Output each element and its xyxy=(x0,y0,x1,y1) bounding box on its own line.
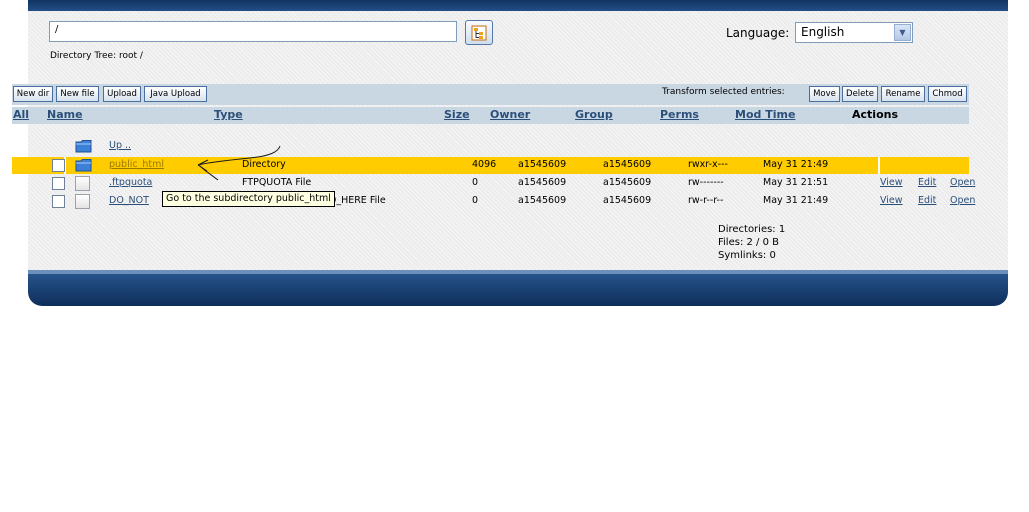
file-owner: a1545609 xyxy=(518,159,567,170)
annotation-arrow xyxy=(197,145,281,181)
select-all-link[interactable]: All xyxy=(13,108,29,121)
table-header: All Name Type Size Owner Group Perms Mod… xyxy=(12,107,969,124)
language-select[interactable]: English ▼ xyxy=(795,22,913,43)
file-name-link[interactable]: public_html xyxy=(109,159,164,170)
open-link[interactable]: Open xyxy=(950,177,975,188)
file-name-link[interactable]: .ftpquota xyxy=(109,177,152,188)
file-owner: a1545609 xyxy=(518,195,567,206)
file-mod-time: May 31 21:49 xyxy=(763,159,829,170)
folder-icon xyxy=(75,159,92,172)
top-banner xyxy=(28,0,1008,11)
file-group: a1545609 xyxy=(603,159,652,170)
table-row[interactable]: DO_NOT D_HERE File 0 a1545609 a1545609 r… xyxy=(12,193,975,210)
java-upload-button[interactable]: Java Upload xyxy=(144,86,207,102)
sort-type-link[interactable]: Type xyxy=(214,108,243,121)
file-perms: rw------- xyxy=(688,177,724,188)
view-link[interactable]: View xyxy=(880,177,903,188)
file-perms: rw-r--r-- xyxy=(688,195,724,206)
symlinks-count: Symlinks: 0 xyxy=(718,250,776,261)
directories-count: Directories: 1 xyxy=(718,224,786,235)
file-icon xyxy=(75,194,90,209)
actions-header: Actions xyxy=(852,108,898,121)
directory-tree-icon xyxy=(471,25,487,40)
file-size: 4096 xyxy=(472,159,497,170)
view-link[interactable]: View xyxy=(880,195,903,206)
toolbar: New dir New file Upload Java Upload Tran… xyxy=(12,84,969,105)
delete-button[interactable]: Delete xyxy=(842,86,878,102)
file-size: 0 xyxy=(472,195,479,206)
table-row[interactable]: public_html Directory 4096 a1545609 a154… xyxy=(12,157,969,174)
table-row[interactable]: .ftpquota FTPQUOTA File 0 a1545609 a1545… xyxy=(12,175,975,192)
bottom-banner xyxy=(28,270,1008,306)
file-icon xyxy=(75,176,90,191)
file-perms: rwxr-x--- xyxy=(688,159,728,170)
sort-perms-link[interactable]: Perms xyxy=(660,108,699,121)
file-size: 0 xyxy=(472,177,479,188)
open-link[interactable]: Open xyxy=(950,195,975,206)
sort-name-link[interactable]: Name xyxy=(47,108,83,121)
go-button[interactable] xyxy=(465,20,493,45)
row-checkbox[interactable] xyxy=(52,195,65,208)
directory-input[interactable]: / xyxy=(49,21,457,42)
new-file-button[interactable]: New file xyxy=(56,86,99,102)
table-row-up[interactable]: Up .. xyxy=(12,138,969,155)
sort-owner-link[interactable]: Owner xyxy=(490,108,530,121)
row-checkbox[interactable] xyxy=(52,159,65,172)
language-value: English xyxy=(801,25,845,39)
file-mod-time: May 31 21:49 xyxy=(763,195,829,206)
rename-button[interactable]: Rename xyxy=(881,86,925,102)
file-name-link[interactable]: DO_NOT xyxy=(109,195,149,206)
chevron-down-icon[interactable]: ▼ xyxy=(894,24,911,41)
file-owner: a1545609 xyxy=(518,177,567,188)
files-count: Files: 2 / 0 B xyxy=(718,237,779,248)
file-type: D_HERE File xyxy=(329,195,386,206)
edit-link[interactable]: Edit xyxy=(918,177,936,188)
tooltip: Go to the subdirectory public_html xyxy=(162,191,335,207)
sort-group-link[interactable]: Group xyxy=(575,108,613,121)
transform-label: Transform selected entries: xyxy=(662,87,785,97)
up-link[interactable]: Up .. xyxy=(109,140,131,151)
move-button[interactable]: Move xyxy=(809,86,840,102)
sort-size-link[interactable]: Size xyxy=(444,108,470,121)
file-group: a1545609 xyxy=(603,195,652,206)
folder-icon xyxy=(75,140,92,153)
file-mod-time: May 31 21:51 xyxy=(763,177,829,188)
edit-link[interactable]: Edit xyxy=(918,195,936,206)
column-separator xyxy=(878,157,880,174)
directory-stats: Directories: 1 Files: 2 / 0 B Symlinks: … xyxy=(718,223,785,262)
language-label: Language: xyxy=(726,26,790,40)
sort-modtime-link[interactable]: Mod Time xyxy=(735,108,795,121)
row-checkbox[interactable] xyxy=(52,177,65,190)
chmod-button[interactable]: Chmod xyxy=(928,86,967,102)
upload-button[interactable]: Upload xyxy=(103,86,141,102)
file-group: a1545609 xyxy=(603,177,652,188)
new-dir-button[interactable]: New dir xyxy=(13,86,53,102)
directory-tree-label: Directory Tree: root / xyxy=(50,51,143,61)
